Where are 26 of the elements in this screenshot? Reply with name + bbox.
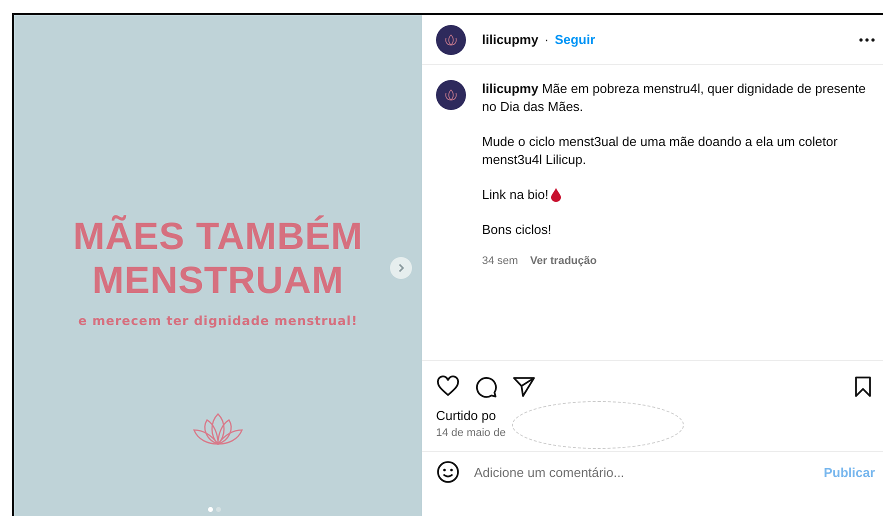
post-age: 34 sem bbox=[482, 254, 518, 269]
emoji-icon[interactable] bbox=[436, 460, 460, 484]
heart-icon[interactable] bbox=[436, 375, 460, 399]
caption-text: lilicupmy Mãe em pobreza menstru4l, quer dignidade de presente no Dia das Mães. bbox=[482, 81, 866, 114]
follow-link[interactable]: Seguir bbox=[554, 32, 596, 47]
avatar-icon[interactable] bbox=[436, 80, 466, 110]
more-options-icon[interactable] bbox=[859, 38, 875, 42]
caption-username[interactable]: lilicupmy bbox=[482, 81, 538, 96]
comment-icon[interactable] bbox=[474, 375, 498, 399]
username[interactable]: lilicupmy bbox=[482, 32, 538, 47]
caption-text: Link na bio! bbox=[482, 186, 548, 204]
post-headline: MÃES TAMBÉM MENSTRUAM bbox=[73, 215, 363, 303]
caption-text: Mude o ciclo menst3ual de uma mãe doando a ela um coletor menst3u4l Lilicup. bbox=[482, 133, 839, 169]
caption-text: Bons ciclos! bbox=[482, 221, 552, 239]
post-subtitle: e merecem ter dignidade menstrual! bbox=[78, 313, 358, 328]
liked-by-text: Curtido po bbox=[436, 407, 496, 425]
blood-drop-icon bbox=[550, 188, 560, 202]
chevron-right-icon bbox=[396, 263, 406, 273]
comment-field[interactable]: Adicione um comentário... bbox=[474, 464, 810, 480]
post-date: 14 de maio de bbox=[436, 426, 506, 441]
separator-dot: · bbox=[544, 32, 549, 47]
avatar-icon[interactable] bbox=[436, 24, 466, 54]
translate-link[interactable]: Ver tradução bbox=[530, 252, 597, 270]
share-icon[interactable] bbox=[512, 375, 536, 399]
carousel-dot[interactable] bbox=[208, 507, 213, 512]
lotus-icon bbox=[192, 412, 244, 446]
